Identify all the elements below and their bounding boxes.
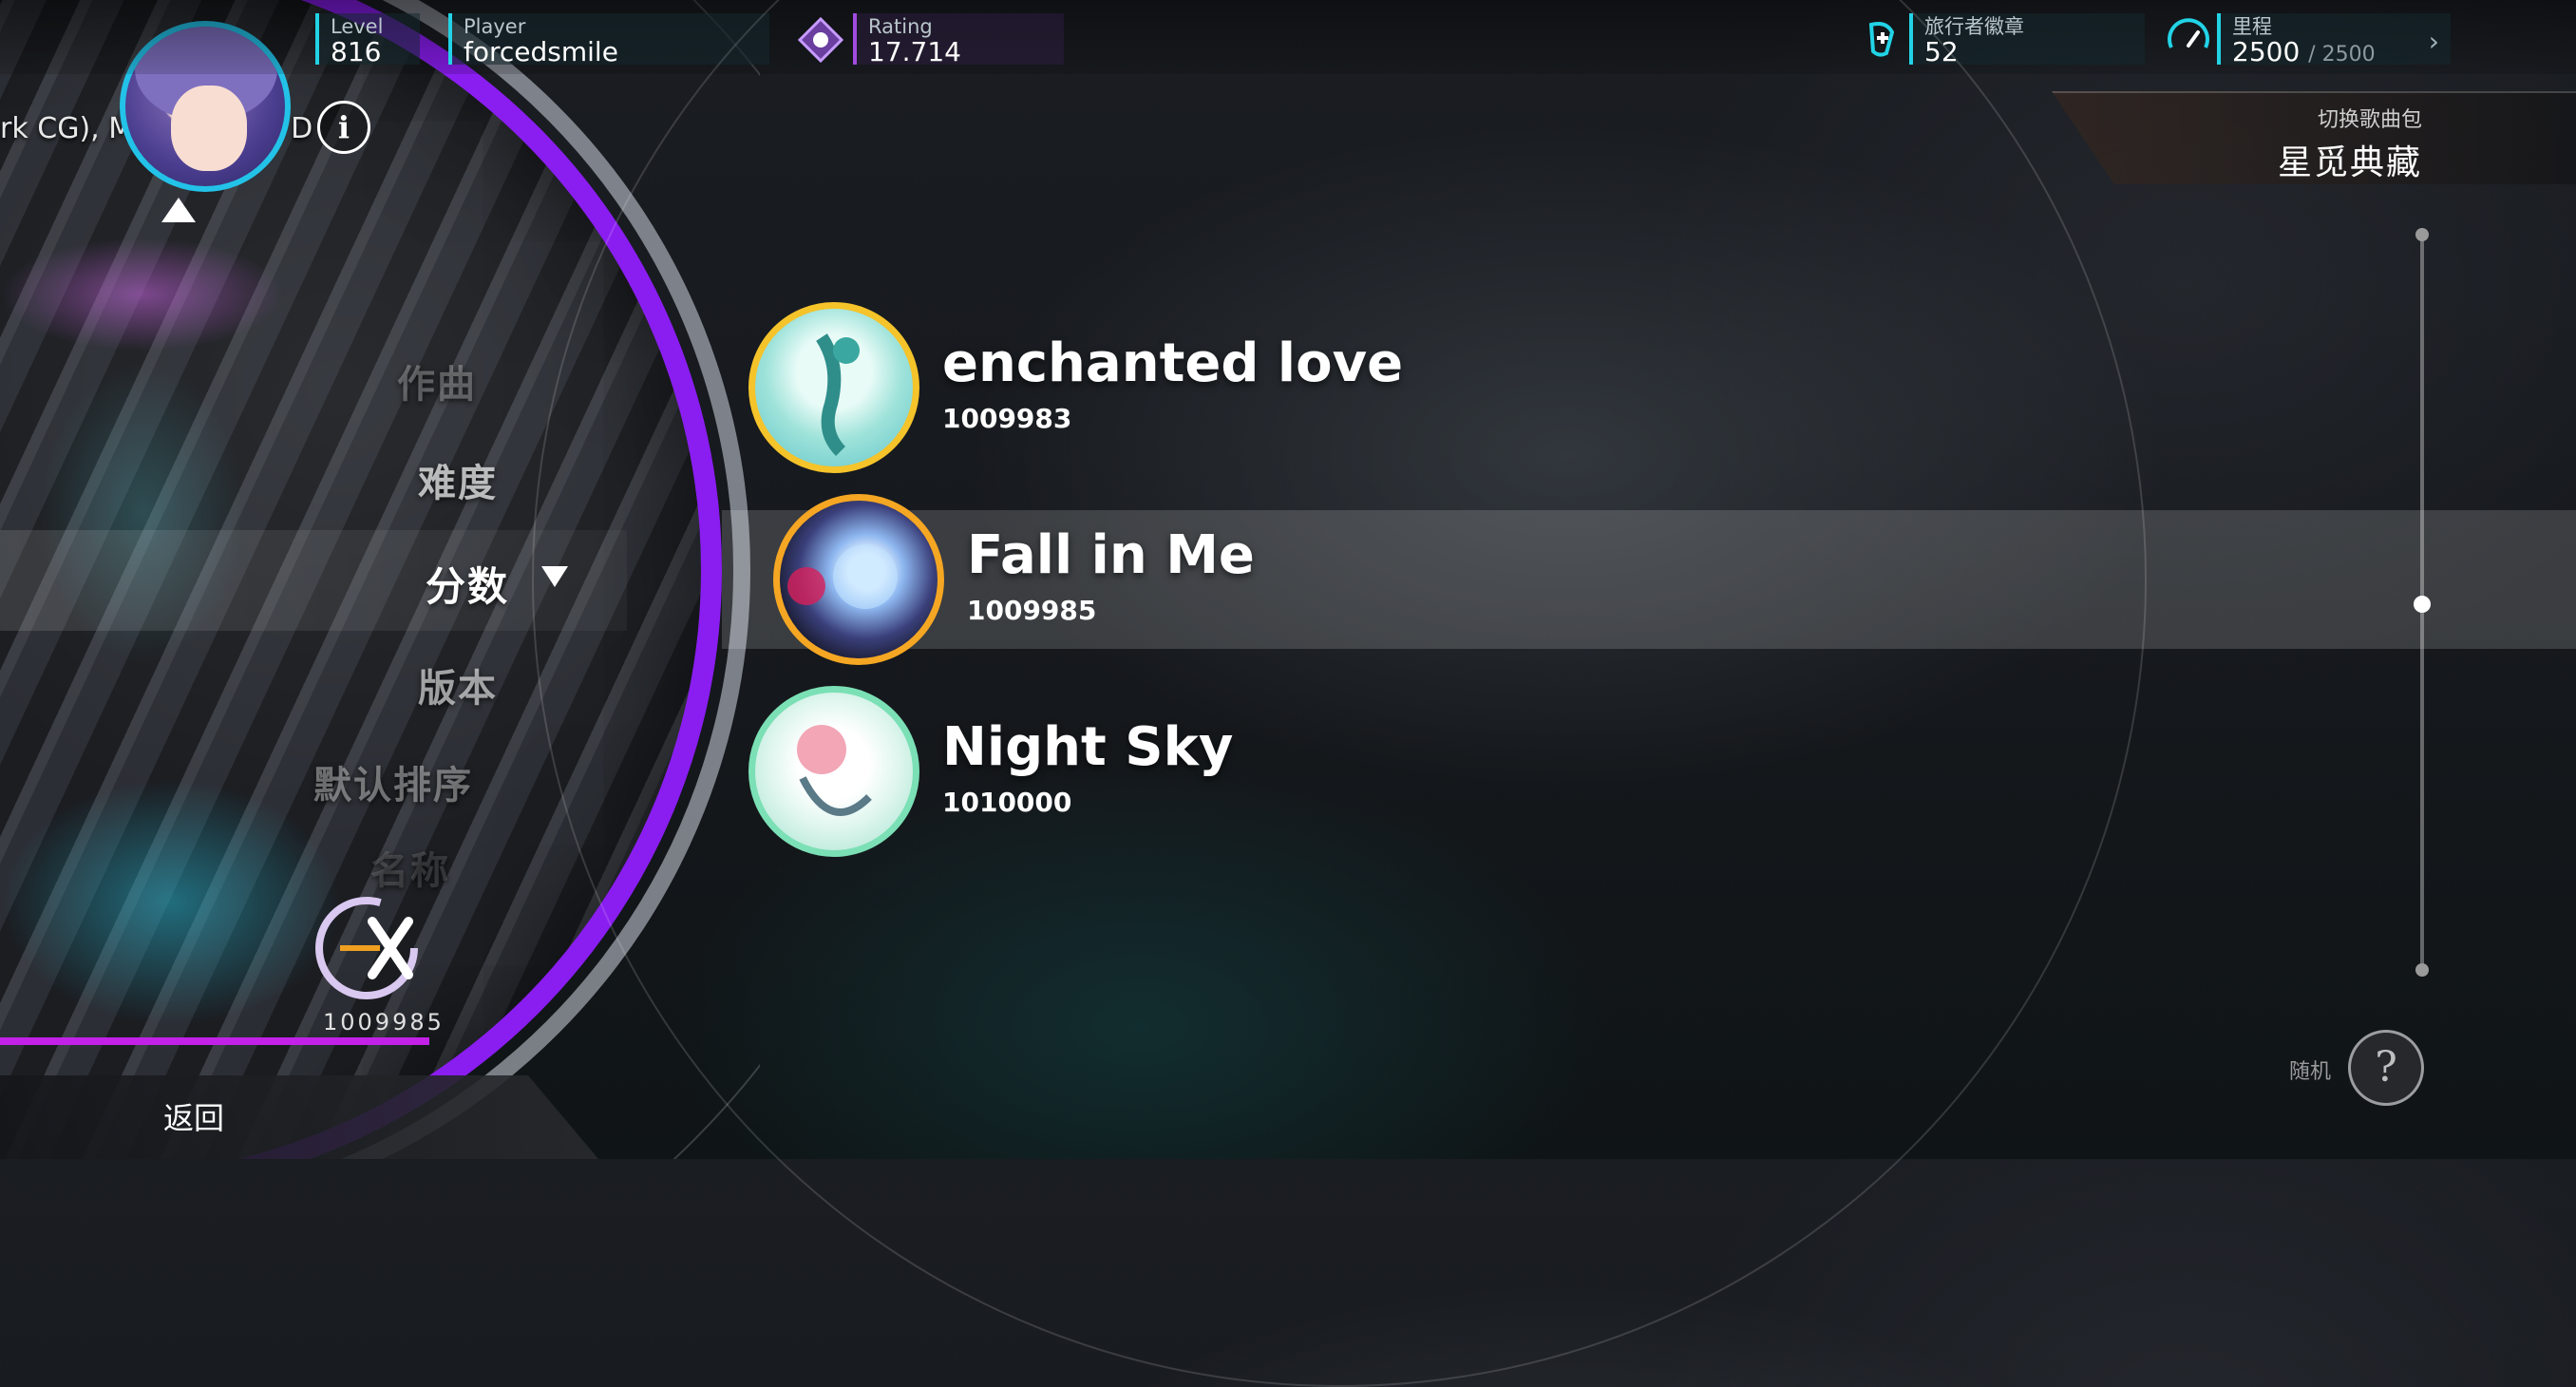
back-button[interactable]: 返回 [0, 1075, 598, 1159]
song-jacket-enchanted-love[interactable] [748, 302, 919, 473]
random-label: 随机 [2289, 1060, 2332, 1084]
song-title[interactable]: Fall in Me [967, 524, 1255, 586]
song-score: 1010000 [942, 787, 1072, 818]
song-score: 1009983 [942, 403, 1072, 434]
scrollbar-top-cap [2415, 228, 2429, 241]
sort-option-composer[interactable]: 作曲 [397, 353, 477, 408]
mileage-gauge-icon [2168, 18, 2209, 48]
sort-option-score[interactable]: 分数 [426, 555, 509, 613]
sort-option-name[interactable]: 名称 [370, 840, 450, 895]
current-song-score: 1009985 [323, 1009, 445, 1036]
clear-grade-ex-icon [315, 897, 418, 999]
sort-option-difficulty[interactable]: 难度 [418, 452, 498, 507]
song-score: 1009985 [967, 595, 1097, 626]
song-title[interactable]: Night Sky [942, 716, 1233, 778]
random-question-icon[interactable]: ? [2348, 1030, 2424, 1106]
score-progress-bar [0, 1037, 429, 1045]
neon-decoration [0, 238, 285, 352]
avatar-pointer-icon [161, 198, 196, 222]
switch-pack-label: 切换歌曲包 [2317, 108, 2422, 132]
scrollbar-thumb[interactable] [2414, 596, 2431, 613]
level-stat: Level 816 [315, 13, 420, 66]
song-jacket-fall-in-me[interactable] [773, 494, 944, 665]
back-button-label: 返回 [163, 1100, 225, 1136]
info-button[interactable]: i [317, 101, 370, 154]
song-jacket-night-sky[interactable] [748, 686, 919, 857]
song-title[interactable]: enchanted love [942, 332, 1403, 394]
scrollbar-bottom-cap [2415, 963, 2429, 977]
sort-option-default[interactable]: 默认排序 [313, 754, 473, 809]
chevron-right-icon: › [2428, 26, 2439, 57]
sort-option-version[interactable]: 版本 [418, 657, 498, 712]
player-stat[interactable]: Player forcedsmile [448, 13, 769, 66]
pack-name[interactable]: 星觅典藏 [2278, 135, 2422, 184]
song-list-arc [532, 0, 2147, 1387]
mileage-stat[interactable]: 里程 2500 / 2500 › [2217, 13, 2451, 66]
neon-decoration [0, 779, 342, 1026]
